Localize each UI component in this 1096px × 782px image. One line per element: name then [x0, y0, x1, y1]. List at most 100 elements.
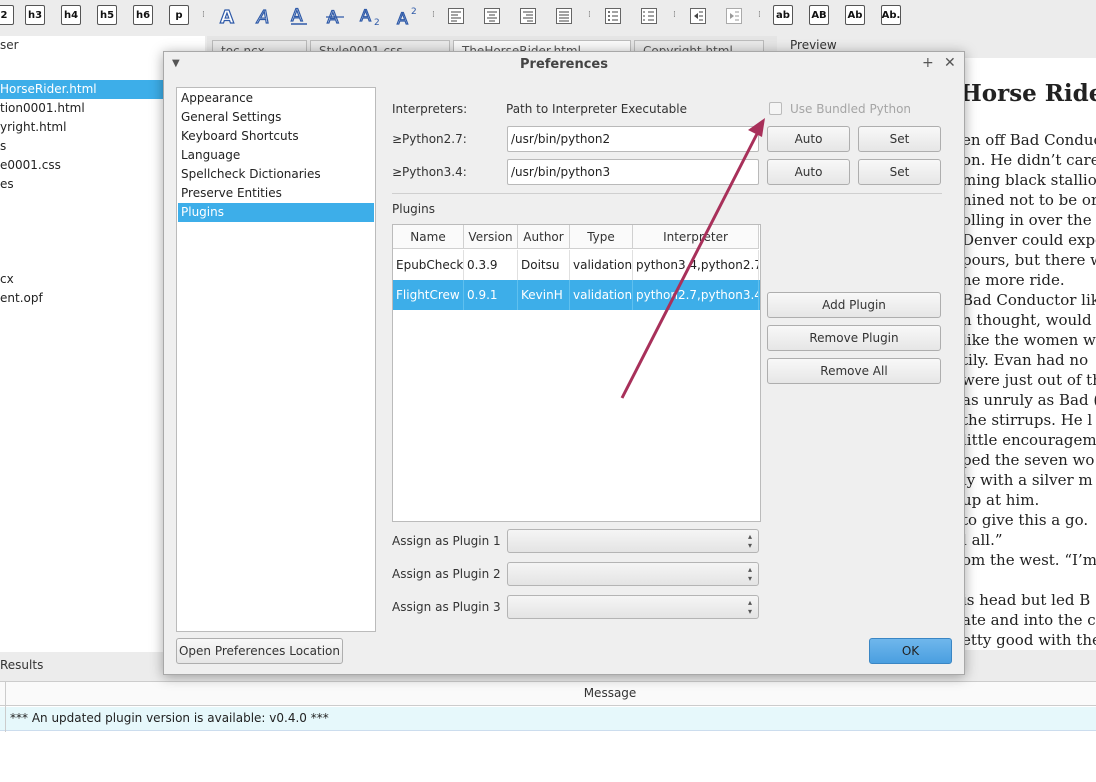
cell-interpreter: python3.4,python2.7 [633, 250, 759, 280]
underline-icon[interactable]: A [287, 4, 311, 28]
preview-line: tily. Evan had no [962, 351, 1089, 369]
open-preferences-location-button[interactable]: Open Preferences Location [176, 638, 343, 664]
cell-name: FlightCrew [393, 280, 464, 310]
remove-plugin-button[interactable]: Remove Plugin [767, 325, 941, 351]
svg-text:2: 2 [411, 7, 417, 17]
python27-auto-button[interactable]: Auto [767, 126, 850, 152]
spinner-arrows-icon: ▴ ▾ [747, 598, 752, 616]
assign-plugin-3-select[interactable]: ▴ ▾ [507, 595, 759, 619]
titlecase-button[interactable]: Ab [845, 5, 865, 25]
preview-line: is head but led B [962, 591, 1091, 609]
preview-line: pours, but there w [962, 251, 1096, 269]
close-icon[interactable]: ✕ [944, 55, 956, 71]
preview-line: like the women w [962, 331, 1096, 349]
justify-icon[interactable] [552, 4, 576, 28]
add-plugin-button[interactable]: Add Plugin [767, 292, 941, 318]
cell-type: validation [570, 250, 633, 280]
preview-line: olling in over the r [962, 211, 1096, 229]
sentencecase-button[interactable]: Ab. [881, 5, 901, 25]
file-item[interactable]: es [0, 175, 165, 194]
category-item-spellcheck-dictionaries[interactable]: Spellcheck Dictionaries [178, 165, 374, 184]
preview-line: om the west. “I’m [962, 551, 1096, 569]
category-item-language[interactable]: Language [178, 146, 374, 165]
preview-title: Horse Rider [960, 80, 1096, 107]
bold-icon[interactable]: A [216, 4, 240, 28]
align-right-icon[interactable] [516, 4, 540, 28]
preview-line: Bad Conductor like [962, 291, 1096, 309]
align-center-icon[interactable] [480, 4, 504, 28]
plugins-label: Plugins [392, 202, 435, 216]
file-item[interactable] [0, 194, 165, 213]
assign-plugin-2-select[interactable]: ▴ ▾ [507, 562, 759, 586]
bullet-list-icon[interactable] [601, 4, 625, 28]
uppercase-button[interactable]: AB [809, 5, 829, 25]
use-bundled-python-checkbox[interactable] [769, 102, 782, 115]
dialog-titlebar[interactable]: ▼ Preferences + ✕ [164, 52, 964, 78]
file-item[interactable]: s [0, 137, 165, 156]
assign-plugin-1-label: Assign as Plugin 1 [392, 534, 501, 548]
heading-2-button[interactable]: 2 [0, 5, 14, 25]
heading-6-button[interactable]: h6 [133, 5, 153, 25]
paragraph-button[interactable]: p [169, 5, 189, 25]
file-item[interactable]: HorseRider.html [0, 80, 165, 99]
file-item[interactable] [0, 213, 165, 232]
file-item[interactable] [0, 232, 165, 251]
lowercase-button[interactable]: ab [773, 5, 793, 25]
file-item[interactable]: ent.opf [0, 289, 165, 308]
column-header-author[interactable]: Author [518, 225, 570, 249]
python34-path-field[interactable]: /usr/bin/python3 [507, 159, 759, 185]
ok-button[interactable]: OK [869, 638, 952, 664]
category-item-preserve-entities[interactable]: Preserve Entities [178, 184, 374, 203]
toolbar-separator: ⁞ [202, 10, 205, 20]
superscript-icon[interactable]: A2 [396, 4, 420, 28]
python34-set-button[interactable]: Set [858, 159, 941, 185]
column-header-version[interactable]: Version [464, 225, 518, 249]
category-item-plugins[interactable]: Plugins [178, 203, 374, 222]
file-item[interactable]: tion0001.html [0, 99, 165, 118]
results-row-message: *** An updated plugin version is availab… [10, 711, 329, 725]
toolbar-separator: ⁞ [758, 10, 761, 20]
numbered-list-icon[interactable] [637, 4, 661, 28]
preview-line: ne more ride. [962, 271, 1065, 289]
remove-all-button[interactable]: Remove All [767, 358, 941, 384]
table-row[interactable]: EpubCheck 0.3.9 Doitsu validation python3.4,… [393, 250, 760, 280]
category-item-keyboard-shortcuts[interactable]: Keyboard Shortcuts [178, 127, 374, 146]
file-item[interactable]: cx [0, 270, 165, 289]
preview-line: on. He didn’t care [962, 151, 1096, 169]
decrease-indent-icon[interactable] [686, 4, 710, 28]
heading-3-button[interactable]: h3 [25, 5, 45, 25]
results-row[interactable]: *** An updated plugin version is availab… [0, 707, 1096, 731]
cell-author: Doitsu [518, 250, 570, 280]
file-item[interactable]: yright.html [0, 118, 165, 137]
results-column-message[interactable]: Message [0, 686, 1096, 700]
category-item-general-settings[interactable]: General Settings [178, 108, 374, 127]
heading-4-button[interactable]: h4 [61, 5, 81, 25]
italic-icon[interactable]: A [252, 4, 276, 28]
heading-5-button[interactable]: h5 [97, 5, 117, 25]
preview-line: ly with a silver m [962, 471, 1093, 489]
python34-auto-button[interactable]: Auto [767, 159, 850, 185]
assign-plugin-2-label: Assign as Plugin 2 [392, 567, 501, 581]
preview-line: little encouragem [962, 431, 1096, 449]
cell-name: EpubCheck [393, 250, 464, 280]
strikethrough-icon[interactable]: A [323, 4, 347, 28]
assign-plugin-1-select[interactable]: ▴ ▾ [507, 529, 759, 553]
python27-path-field[interactable]: /usr/bin/python2 [507, 126, 759, 152]
column-header-type[interactable]: Type [570, 225, 633, 249]
python27-set-button[interactable]: Set [858, 126, 941, 152]
align-left-icon[interactable] [444, 4, 468, 28]
file-item[interactable] [0, 251, 165, 270]
increase-indent-icon[interactable] [722, 4, 746, 28]
assign-plugin-3-label: Assign as Plugin 3 [392, 600, 501, 614]
subscript-icon[interactable]: A2 [359, 4, 383, 28]
category-item-appearance[interactable]: Appearance [178, 89, 374, 108]
cell-interpreter: python2.7,python3.4 [633, 280, 759, 310]
column-header-interpreter[interactable]: Interpreter [633, 225, 759, 249]
file-item[interactable]: e0001.css [0, 156, 165, 175]
main-toolbar: 2 h3 h4 h5 h6 p ⁞ A A A A A2 A2 ⁞ ⁞ ⁞ ⁞ … [0, 0, 1096, 34]
preview-line: up at him. [962, 491, 1040, 509]
preview-line: nined not to be or [962, 191, 1096, 209]
keep-above-icon[interactable]: + [922, 55, 934, 71]
table-row[interactable]: FlightCrew 0.9.1 KevinH validation python2.7… [393, 280, 760, 310]
column-header-name[interactable]: Name [393, 225, 464, 249]
